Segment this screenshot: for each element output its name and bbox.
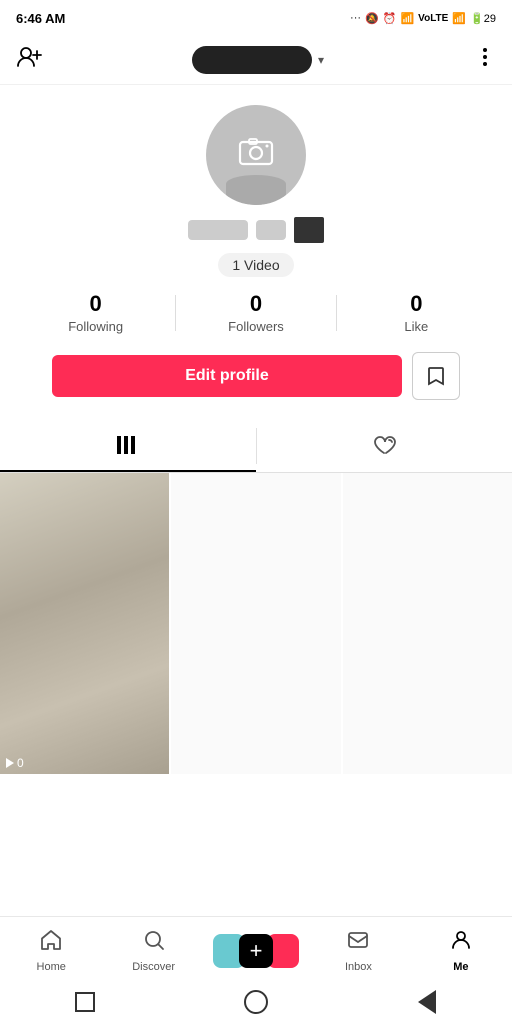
play-count: 0 bbox=[6, 756, 24, 770]
wifi-icon: 📶 bbox=[452, 12, 466, 25]
username-area[interactable]: ▾ bbox=[192, 46, 324, 74]
inbox-label: Inbox bbox=[345, 961, 372, 973]
video-empty-1 bbox=[171, 473, 340, 774]
nav-me[interactable]: Me bbox=[410, 928, 512, 973]
avatar[interactable] bbox=[206, 105, 306, 205]
nav-inbox[interactable]: Inbox bbox=[307, 928, 409, 973]
status-time: 6:46 AM bbox=[16, 11, 65, 26]
nav-discover[interactable]: Discover bbox=[102, 928, 204, 973]
lte-icon: VoLTE bbox=[418, 13, 448, 24]
bookmark-button[interactable] bbox=[412, 352, 460, 400]
tab-liked[interactable] bbox=[257, 420, 512, 472]
create-btn-wrapper: + bbox=[205, 934, 307, 968]
bottom-nav: Home Discover + Inbox bbox=[0, 916, 512, 980]
create-icon: + bbox=[213, 934, 299, 968]
sys-triangle-icon bbox=[418, 990, 436, 1014]
sys-square-icon bbox=[75, 992, 95, 1012]
tab-videos[interactable] bbox=[0, 420, 256, 472]
likes-stat[interactable]: 0 Like bbox=[337, 291, 496, 334]
create-button[interactable]: + bbox=[213, 934, 299, 968]
username-pill bbox=[192, 46, 312, 74]
add-user-button[interactable] bbox=[16, 44, 42, 76]
content-spacer bbox=[0, 845, 512, 916]
status-icons: ··· 🔕 ⏰ 📶 VoLTE 📶 🔋29 bbox=[350, 12, 496, 25]
edit-profile-button[interactable]: Edit profile bbox=[52, 355, 402, 397]
create-center: + bbox=[239, 934, 273, 968]
sys-nav bbox=[0, 980, 512, 1024]
action-row: Edit profile bbox=[52, 352, 460, 400]
video-badge: 1 Video bbox=[218, 253, 293, 277]
following-stat[interactable]: 0 Following bbox=[16, 291, 175, 334]
profile-section: 1 Video 0 Following 0 Followers 0 Like E… bbox=[0, 85, 512, 420]
discover-icon bbox=[142, 928, 166, 958]
top-nav: ▾ bbox=[0, 36, 512, 85]
nav-home[interactable]: Home bbox=[0, 928, 102, 973]
me-icon bbox=[449, 928, 473, 958]
home-icon bbox=[39, 928, 63, 958]
likes-label: Like bbox=[404, 319, 428, 334]
signal-icon: ··· bbox=[350, 12, 361, 24]
play-count-label: 0 bbox=[17, 756, 24, 770]
home-label: Home bbox=[37, 961, 66, 973]
stats-row: 0 Following 0 Followers 0 Like bbox=[16, 291, 496, 334]
sys-square-button[interactable] bbox=[71, 988, 99, 1016]
inbox-icon bbox=[346, 928, 370, 958]
discover-label: Discover bbox=[132, 961, 175, 973]
video-empty-2 bbox=[343, 473, 512, 774]
followers-count: 0 bbox=[250, 291, 262, 317]
camera-icon bbox=[234, 129, 278, 182]
dropdown-arrow-icon: ▾ bbox=[318, 53, 324, 67]
username-block-left bbox=[188, 220, 248, 240]
video-thumb[interactable]: 0 bbox=[0, 473, 169, 774]
signal-bars-icon: 📶 bbox=[400, 12, 414, 25]
mute-icon: 🔕 bbox=[365, 12, 379, 25]
sys-home-button[interactable] bbox=[242, 988, 270, 1016]
status-bar: 6:46 AM ··· 🔕 ⏰ 📶 VoLTE 📶 🔋29 bbox=[0, 0, 512, 36]
alarm-icon: ⏰ bbox=[383, 12, 397, 25]
following-label: Following bbox=[68, 319, 123, 334]
followers-label: Followers bbox=[228, 319, 284, 334]
video-grid: 0 bbox=[0, 473, 512, 845]
battery-icon: 🔋29 bbox=[470, 12, 496, 25]
content-tabs bbox=[0, 420, 512, 473]
thumb-bg bbox=[0, 473, 169, 774]
username-row bbox=[188, 217, 324, 243]
username-block-right bbox=[294, 217, 324, 243]
following-count: 0 bbox=[90, 291, 102, 317]
play-icon bbox=[6, 758, 14, 768]
sys-back-button[interactable] bbox=[413, 988, 441, 1016]
more-options-button[interactable] bbox=[474, 46, 496, 74]
me-label: Me bbox=[453, 961, 468, 973]
sys-circle-icon bbox=[244, 990, 268, 1014]
likes-count: 0 bbox=[410, 291, 422, 317]
followers-stat[interactable]: 0 Followers bbox=[176, 291, 335, 334]
username-block-mid bbox=[256, 220, 286, 240]
